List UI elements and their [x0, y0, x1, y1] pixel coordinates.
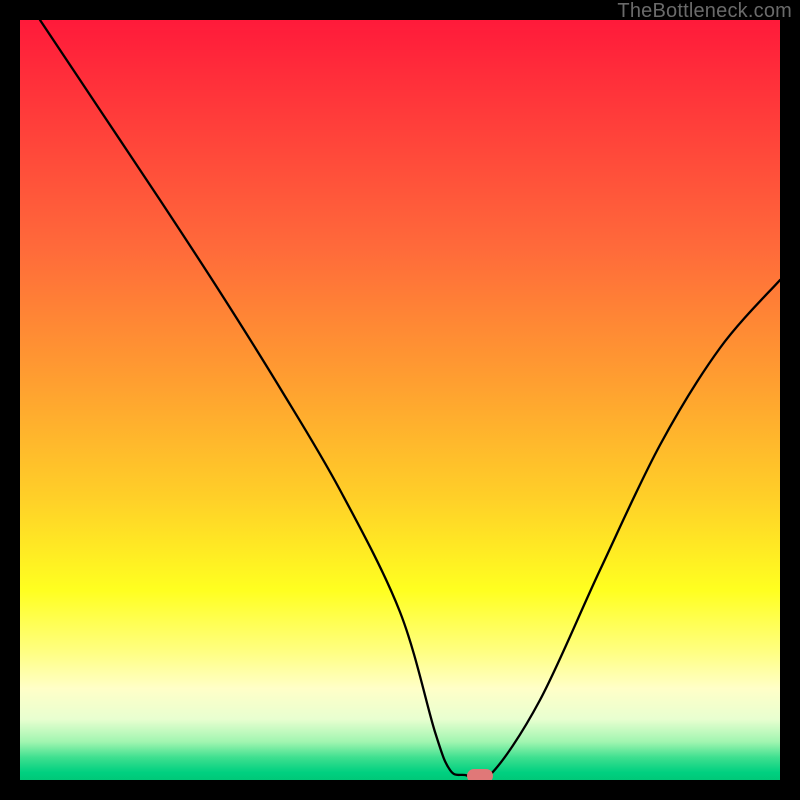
- chart-frame: TheBottleneck.com: [0, 0, 800, 800]
- plot-area: [20, 20, 780, 780]
- optimal-point-marker: [467, 769, 493, 780]
- curve-path: [40, 20, 780, 780]
- bottleneck-curve: [20, 20, 780, 780]
